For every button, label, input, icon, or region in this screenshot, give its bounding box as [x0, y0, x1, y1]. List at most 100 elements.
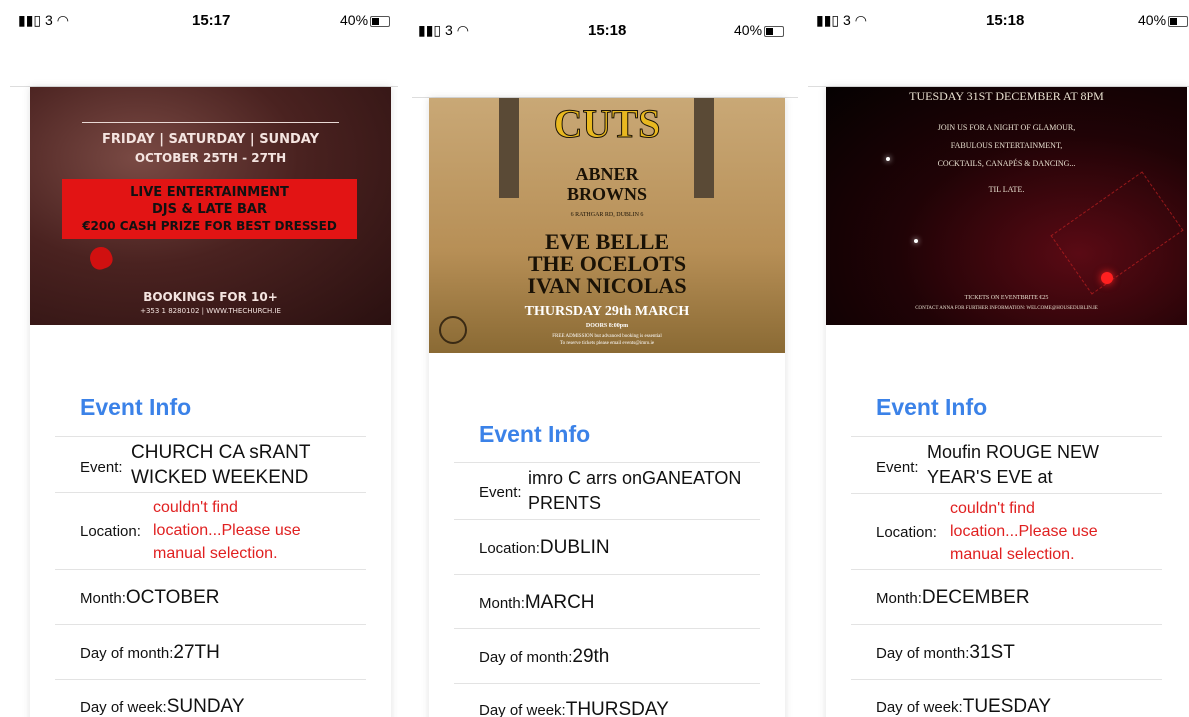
poster-act: THE OCELOTS: [527, 251, 687, 276]
screen-1: ▮▮▯ 3 ◠ 15:17 40% FRIDAY | SATURDAY | SU…: [0, 0, 398, 717]
event-value: CHURCH CA sRANT WICKED WEEKEND: [131, 442, 311, 488]
day-of-week-label: Day of week:: [80, 699, 167, 716]
event-row: Event: Moufin ROUGE NEW YEAR'S EVE at: [851, 436, 1162, 494]
poster-admission-1: FREE ADMISSION but advanced booking is e…: [552, 334, 662, 339]
event-label: Event:: [80, 459, 123, 476]
day-of-month-value: 27TH: [173, 642, 220, 663]
battery-icon: [370, 15, 391, 27]
poster-venue-1: ABNER: [575, 164, 639, 184]
poster-banner: LIVE ENTERTAINMENT DJS & LATE BAR €200 C…: [62, 179, 357, 239]
event-label: Event:: [479, 484, 522, 501]
battery-icon: [1168, 15, 1189, 27]
poster-address: 6 RATHGAR RD, DUBLIN 6: [570, 212, 644, 218]
month-label: Month:: [80, 590, 126, 607]
day-of-month-label: Day of month:: [876, 645, 970, 662]
battery-icon: [764, 25, 785, 37]
banner-line: DJS & LATE BAR: [152, 202, 267, 217]
day-of-month-value: 31ST: [969, 642, 1015, 663]
poster-acts: EVE BELLE THE OCELOTS IVAN NICOLAS: [429, 231, 785, 297]
month-row: Month:MARCH: [454, 574, 760, 629]
month-label: Month:: [876, 590, 922, 607]
status-time: 15:18: [588, 22, 627, 39]
poster-act: EVE BELLE: [544, 229, 670, 254]
poster-dates: OCTOBER 25TH - 27TH: [134, 151, 287, 165]
poster-doors: DOORS 8:00pm: [585, 323, 629, 329]
status-bar: ▮▮▯ 3 ◠ 15:17 40%: [0, 0, 398, 40]
month-value: DECEMBER: [921, 587, 1030, 608]
poster-days: FRIDAY | SATURDAY | SUNDAY: [101, 132, 320, 147]
day-of-month-row: Day of month:29th: [454, 628, 760, 684]
event-poster-image[interactable]: CUTS ABNER BROWNS 6 RATHGAR RD, DUBLIN 6…: [429, 98, 785, 353]
battery-indicator: 40%: [340, 12, 391, 28]
event-value: imro C arrs onGANEATON PRENTS: [528, 468, 742, 513]
day-of-week-row: Day of week:TUESDAY: [851, 679, 1162, 717]
poster-line: FABULOUS ENTERTAINMENT,: [950, 141, 1063, 150]
day-of-month-label: Day of month:: [479, 649, 573, 666]
event-poster-image[interactable]: FRIDAY | SATURDAY | SUNDAY OCTOBER 25TH …: [30, 87, 391, 325]
light-dot: [1101, 272, 1113, 284]
day-of-week-value: THURSDAY: [565, 699, 669, 717]
month-value: OCTOBER: [125, 587, 220, 608]
poster-contact: +353 1 8280102 | WWW.THECHURCH.IE: [140, 307, 281, 315]
location-label: Location:: [479, 540, 540, 557]
day-of-week-value: SUNDAY: [166, 696, 245, 717]
event-info-title: Event Info: [876, 394, 988, 420]
screen-3: ▮▮▯ 3 ◠ 15:18 40% TUESDAY 31ST DECEMBER …: [808, 0, 1189, 717]
status-time: 15:17: [192, 12, 231, 29]
banner-line: LIVE ENTERTAINMENT: [130, 185, 289, 200]
light-dot: [914, 239, 918, 243]
day-of-month-row: Day of month:27TH: [55, 624, 366, 680]
month-row: Month:DECEMBER: [851, 569, 1162, 625]
location-row: Location:DUBLIN: [454, 519, 760, 575]
poster-date: TUESDAY 31ST DECEMBER AT 8PM: [909, 89, 1104, 103]
screen-2: ▮▮▯ 3 ◠ 15:18 40% CUTS ABNER BROWNS 6 RA…: [412, 0, 798, 717]
poster-line: JOIN US FOR A NIGHT OF GLAMOUR,: [937, 123, 1076, 132]
location-label: Location:: [876, 524, 937, 541]
status-time: 15:18: [986, 12, 1025, 29]
day-of-month-row: Day of month:31ST: [851, 624, 1162, 680]
event-value: Moufin ROUGE NEW YEAR'S EVE at: [927, 442, 1100, 487]
poster-line: COCKTAILS, CANAPÉS & DANCING...: [937, 159, 1076, 168]
day-of-week-label: Day of week:: [479, 702, 566, 717]
event-row: Event: CHURCH CA sRANT WICKED WEEKEND: [55, 436, 366, 493]
month-row: Month:OCTOBER: [55, 569, 366, 625]
signal-icon: ▮▮▯ 3 ◠: [418, 22, 469, 38]
signal-icon: ▮▮▯ 3 ◠: [816, 12, 867, 28]
location-value: DUBLIN: [539, 537, 610, 558]
month-label: Month:: [479, 595, 525, 612]
event-info-title: Event Info: [80, 394, 192, 420]
location-row: Location: couldn't find location...Pleas…: [55, 492, 366, 569]
day-of-week-row: Day of week:SUNDAY: [55, 679, 366, 717]
event-poster-image[interactable]: TUESDAY 31ST DECEMBER AT 8PM JOIN US FOR…: [826, 87, 1187, 325]
sponsor-logo: [439, 316, 467, 344]
battery-indicator: 40%: [734, 22, 785, 38]
location-label: Location:: [80, 523, 141, 540]
poster-act: IVAN NICOLAS: [527, 273, 687, 298]
status-bar: ▮▮▯ 3 ◠ 15:18 40%: [808, 0, 1189, 40]
day-of-month-value: 29th: [572, 646, 610, 667]
status-bar: ▮▮▯ 3 ◠ 15:18 40%: [412, 0, 798, 40]
poster-admission-2: To reserve tickets please email events@i…: [559, 341, 655, 346]
month-value: MARCH: [524, 592, 595, 613]
location-error-message: couldn't find location...Please use manu…: [950, 500, 1098, 563]
event-info-title: Event Info: [479, 421, 591, 447]
battery-indicator: 40%: [1138, 12, 1189, 28]
poster-title: CUTS: [553, 101, 661, 147]
day-of-week-value: TUESDAY: [962, 696, 1052, 717]
location-error-message: couldn't find location...Please use manu…: [153, 499, 301, 562]
day-of-week-row: Day of week:THURSDAY: [454, 683, 760, 717]
poster-lines: JOIN US FOR A NIGHT OF GLAMOUR, FABULOUS…: [826, 119, 1187, 199]
location-row: Location: couldn't find location...Pleas…: [851, 493, 1162, 570]
poster-contact: CONTACT ANNA FOR FURTHER INFORMATION: WE…: [915, 306, 1098, 311]
poster-line: TIL LATE.: [988, 185, 1025, 194]
signal-icon: ▮▮▯ 3 ◠: [18, 12, 69, 28]
day-of-week-label: Day of week:: [876, 699, 963, 716]
poster-venue-2: BROWNS: [566, 184, 647, 204]
event-label: Event:: [876, 459, 919, 476]
poster-date: THURSDAY 29th MARCH: [524, 304, 690, 319]
poster-bookings: BOOKINGS FOR 10+: [143, 290, 278, 304]
banner-line: €200 CASH PRIZE FOR BEST DRESSED: [82, 219, 337, 233]
event-row: Event: imro C arrs onGANEATON PRENTS: [454, 462, 760, 519]
day-of-month-label: Day of month:: [80, 645, 174, 662]
poster-tickets: TICKETS ON EVENTBRITE €25: [964, 295, 1049, 301]
